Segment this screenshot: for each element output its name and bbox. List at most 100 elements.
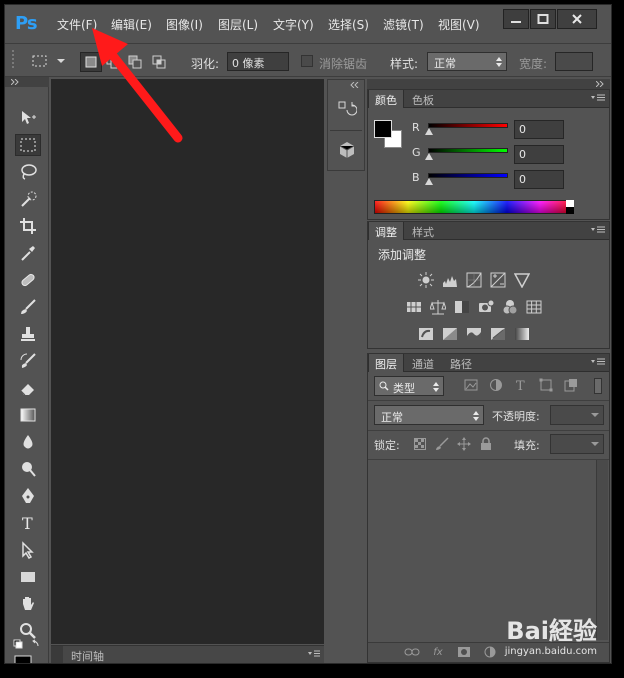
color-swatches-icon[interactable] <box>13 639 43 664</box>
gradient-map-icon[interactable] <box>514 326 530 342</box>
tab-color[interactable]: 颜色 <box>368 90 404 108</box>
filter-pixel-icon[interactable] <box>463 377 479 393</box>
filter-type-icon[interactable]: T <box>513 377 529 393</box>
ramp-white-swatch[interactable] <box>566 200 574 207</box>
layer-mask-icon[interactable] <box>456 645 472 659</box>
posterize-icon[interactable] <box>442 326 458 342</box>
healing-brush-tool[interactable] <box>15 269 41 291</box>
timeline-tab[interactable]: 时间轴 <box>71 648 104 663</box>
panel-menu-icon[interactable] <box>591 94 605 102</box>
lock-all-icon[interactable] <box>478 436 494 452</box>
brush-tool[interactable] <box>15 296 41 318</box>
tab-swatches[interactable]: 色板 <box>406 90 440 108</box>
clone-stamp-tool[interactable] <box>15 323 41 345</box>
channel-g-thumb[interactable] <box>425 153 433 160</box>
expand-icon[interactable] <box>11 79 21 85</box>
intersect-selection-icon[interactable] <box>151 54 167 70</box>
channel-r-input[interactable]: 0 <box>514 120 564 139</box>
filter-adjustment-icon[interactable] <box>488 377 504 393</box>
marquee-tool[interactable] <box>15 134 41 156</box>
panel-menu-icon[interactable] <box>308 650 320 658</box>
type-tool[interactable]: T <box>15 512 41 534</box>
channel-b-input[interactable]: 0 <box>514 170 564 189</box>
width-input[interactable] <box>555 52 593 71</box>
style-select[interactable]: 正常 <box>427 52 507 71</box>
eraser-tool[interactable] <box>15 377 41 399</box>
antialias-checkbox[interactable] <box>301 55 313 67</box>
crop-tool[interactable] <box>15 215 41 237</box>
black-white-icon[interactable] <box>454 299 470 315</box>
curves-icon[interactable] <box>466 272 482 288</box>
filter-smart-object-icon[interactable] <box>563 377 579 393</box>
threshold-icon[interactable] <box>466 326 482 342</box>
fill-input[interactable] <box>550 434 604 454</box>
menu-view[interactable]: 视图(V) <box>438 16 480 33</box>
exposure-icon[interactable] <box>490 272 506 288</box>
3d-panel-button[interactable] <box>332 136 362 164</box>
menu-edit[interactable]: 编辑(E) <box>111 16 152 33</box>
marquee-preset-icon[interactable] <box>31 54 49 68</box>
channel-r-thumb[interactable] <box>425 128 433 135</box>
channel-b-slider[interactable] <box>428 173 508 178</box>
close-button[interactable] <box>557 9 597 29</box>
link-layers-icon[interactable] <box>404 645 420 659</box>
expand-panels-icon[interactable] <box>596 81 606 87</box>
lock-position-icon[interactable] <box>456 436 472 452</box>
channel-b-thumb[interactable] <box>425 178 433 185</box>
panel-menu-icon[interactable] <box>591 358 605 366</box>
hand-tool[interactable] <box>15 593 41 615</box>
hue-saturation-icon[interactable] <box>406 299 422 315</box>
add-selection-icon[interactable] <box>105 54 121 70</box>
document-canvas[interactable] <box>51 79 324 644</box>
tab-adjustments[interactable]: 调整 <box>368 222 404 240</box>
lock-pixels-icon[interactable] <box>434 436 450 452</box>
tab-styles[interactable]: 样式 <box>406 222 440 240</box>
channel-r-slider[interactable] <box>428 123 508 128</box>
chevron-down-icon[interactable] <box>591 442 599 447</box>
levels-icon[interactable] <box>442 272 458 288</box>
layer-list-scrollbar[interactable] <box>596 460 608 640</box>
invert-icon[interactable] <box>418 326 434 342</box>
quick-selection-tool[interactable] <box>15 188 41 210</box>
dodge-tool[interactable] <box>15 458 41 480</box>
lock-transparent-icon[interactable] <box>412 436 428 452</box>
collapse-icon[interactable] <box>350 82 360 88</box>
pen-tool[interactable] <box>15 485 41 507</box>
path-selection-tool[interactable] <box>15 539 41 561</box>
filter-toggle[interactable] <box>594 378 602 394</box>
history-panel-button[interactable] <box>332 96 362 124</box>
minimize-button[interactable] <box>503 9 529 29</box>
subtract-selection-icon[interactable] <box>127 54 143 70</box>
rectangle-tool[interactable] <box>15 566 41 588</box>
channel-g-input[interactable]: 0 <box>514 145 564 164</box>
maximize-button[interactable] <box>530 9 556 29</box>
move-tool[interactable] <box>15 107 41 129</box>
feather-input[interactable]: 0 像素 <box>227 52 289 71</box>
color-balance-icon[interactable] <box>430 299 446 315</box>
new-selection-button[interactable] <box>80 52 102 72</box>
foreground-color-swatch[interactable] <box>374 120 392 138</box>
ramp-black-swatch[interactable] <box>566 207 574 214</box>
filter-shape-icon[interactable] <box>538 377 554 393</box>
menu-select[interactable]: 选择(S) <box>328 16 369 33</box>
layer-filter-select[interactable]: 类型 <box>374 376 444 396</box>
menu-layer[interactable]: 图层(L) <box>218 16 258 33</box>
menu-file[interactable]: 文件(F) <box>57 16 97 33</box>
gradient-tool[interactable] <box>15 404 41 426</box>
channel-mixer-icon[interactable] <box>502 299 518 315</box>
menu-type[interactable]: 文字(Y) <box>273 16 314 33</box>
color-ramp[interactable] <box>374 200 574 214</box>
color-lookup-icon[interactable] <box>526 299 542 315</box>
tab-layers[interactable]: 图层 <box>368 354 404 372</box>
blend-mode-select[interactable]: 正常 <box>374 405 484 425</box>
channel-g-slider[interactable] <box>428 148 508 153</box>
opacity-input[interactable] <box>550 405 604 425</box>
menu-filter[interactable]: 滤镜(T) <box>383 16 424 33</box>
history-brush-tool[interactable] <box>15 350 41 372</box>
chevron-down-icon[interactable] <box>591 413 599 418</box>
tab-channels[interactable]: 通道 <box>406 354 440 372</box>
fx-icon[interactable]: fx <box>430 645 446 659</box>
selective-color-icon[interactable] <box>490 326 506 342</box>
eyedropper-tool[interactable] <box>15 242 41 264</box>
panel-menu-icon[interactable] <box>591 226 605 234</box>
